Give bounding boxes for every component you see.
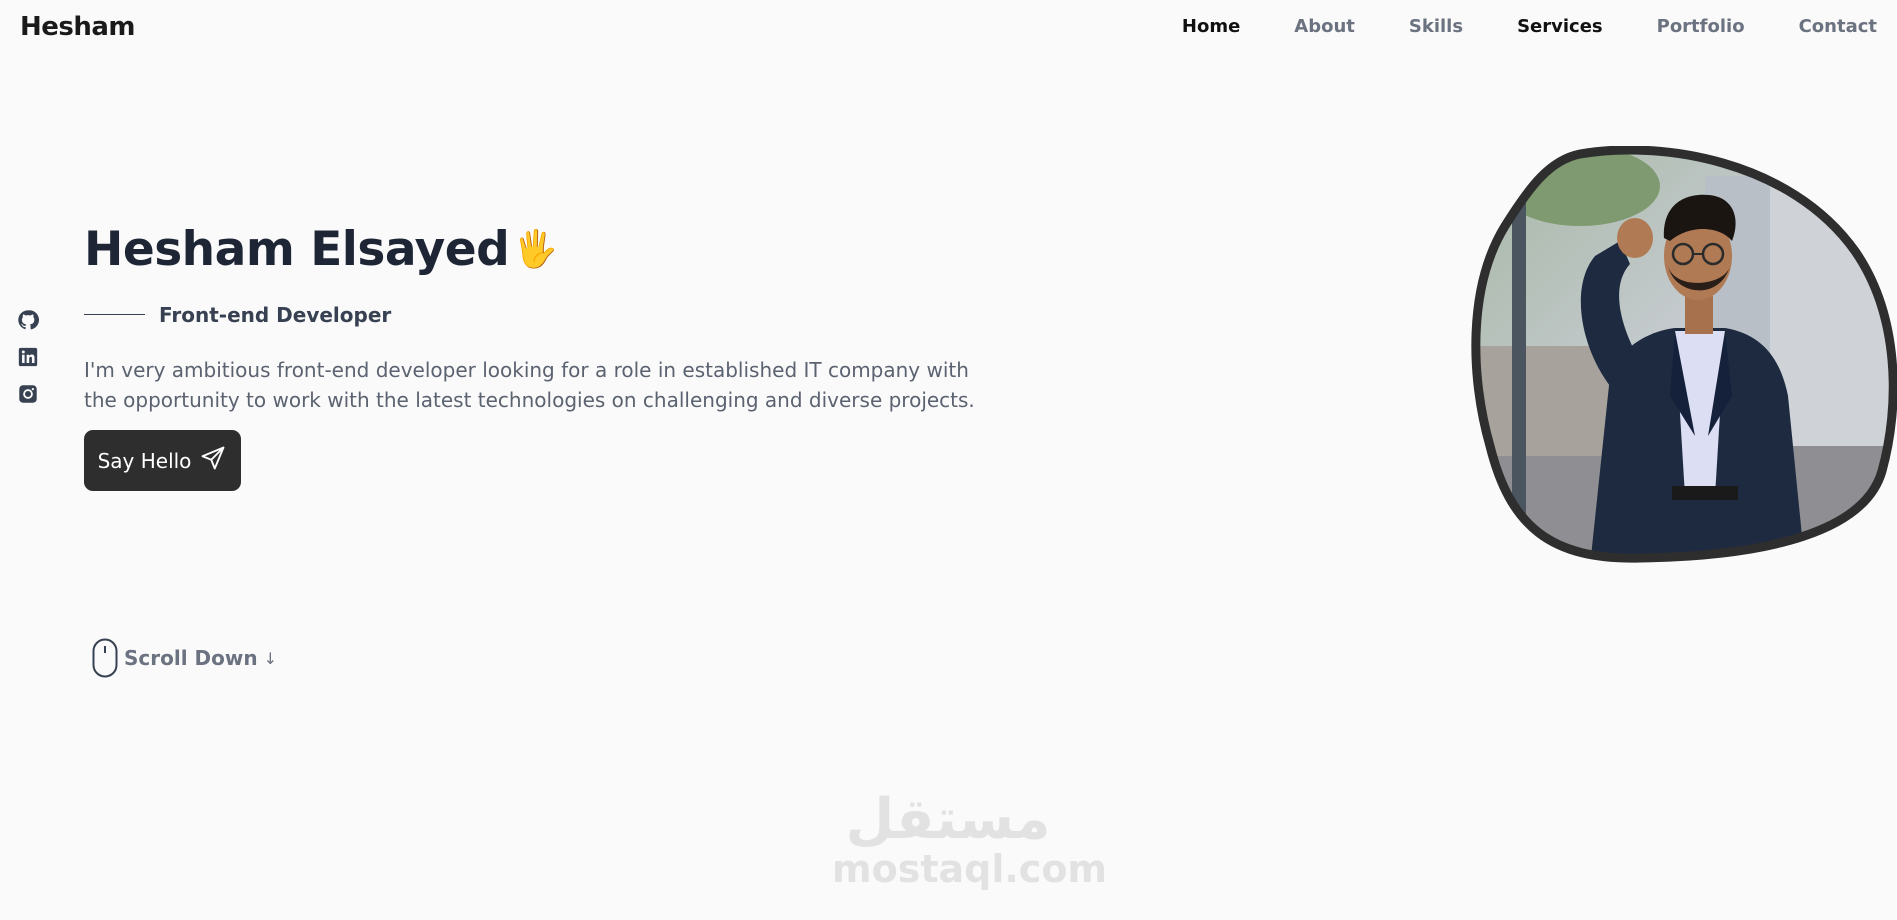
nav-contact[interactable]: Contact xyxy=(1799,16,1877,37)
subtitle-divider xyxy=(84,314,145,315)
social-links xyxy=(17,309,39,405)
send-icon xyxy=(199,444,227,477)
nav-services[interactable]: Services xyxy=(1517,16,1603,37)
profile-picture xyxy=(1470,146,1897,569)
watermark-latin: mostaql.com xyxy=(832,847,1108,891)
mouse-icon xyxy=(92,638,118,678)
scroll-down-label: Scroll Down xyxy=(124,646,258,670)
site-logo[interactable]: Hesham xyxy=(20,12,136,42)
hero-title: Hesham Elsayed 🖐 xyxy=(84,222,558,277)
instagram-icon[interactable] xyxy=(17,383,39,405)
hero-name: Hesham Elsayed xyxy=(84,222,510,277)
nav-portfolio[interactable]: Portfolio xyxy=(1657,16,1745,37)
watermark: مستقل mostaql.com xyxy=(832,787,1108,891)
say-hello-button[interactable]: Say Hello xyxy=(84,430,241,491)
say-hello-label: Say Hello xyxy=(97,448,192,473)
hero-description: I'm very ambitious front-end developer l… xyxy=(84,358,975,412)
watermark-arabic: مستقل xyxy=(845,787,1051,852)
linkedin-icon[interactable] xyxy=(17,346,39,368)
scroll-down-link[interactable]: Scroll Down ↓ xyxy=(92,638,277,678)
hero-subtitle: Front-end Developer xyxy=(159,303,392,327)
nav-home[interactable]: Home xyxy=(1182,16,1240,37)
waving-hand-icon: 🖐 xyxy=(513,229,558,270)
github-icon[interactable] xyxy=(17,309,39,331)
arrow-down-icon: ↓ xyxy=(263,648,277,668)
nav-skills[interactable]: Skills xyxy=(1409,16,1463,37)
page: Hesham Home About Skills Services Portfo… xyxy=(0,0,1897,920)
nav-about[interactable]: About xyxy=(1294,16,1355,37)
main-nav: Home About Skills Services Portfolio Con… xyxy=(1128,16,1897,37)
